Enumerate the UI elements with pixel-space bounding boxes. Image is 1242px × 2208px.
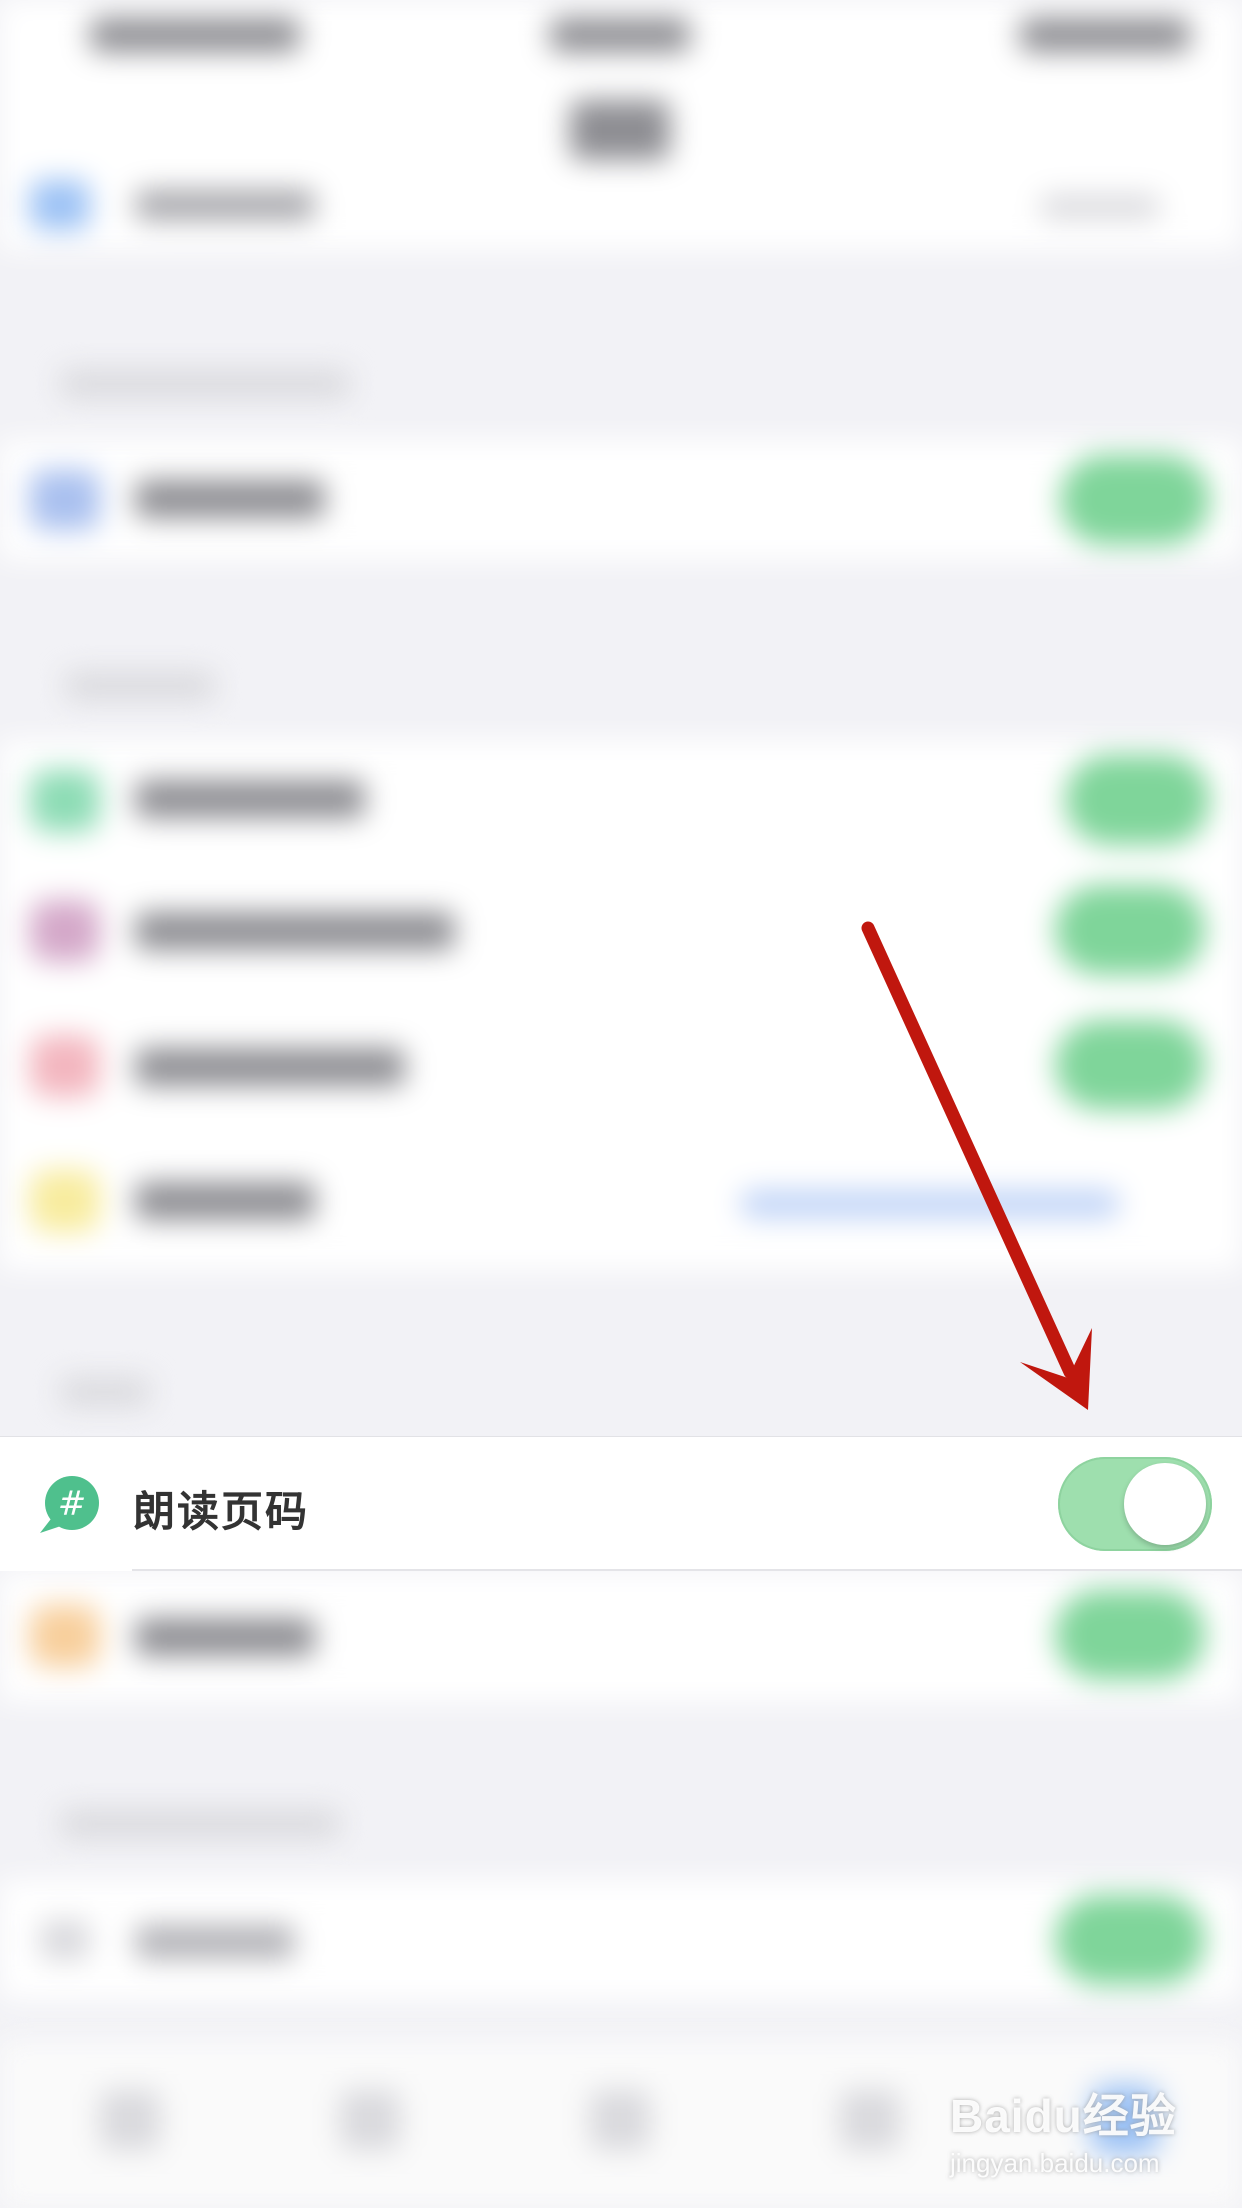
tab-2-icon[interactable] [340,2090,400,2150]
row-4-label [135,1048,405,1086]
tab-3-icon[interactable] [590,2090,650,2150]
status-bar-right [1020,18,1190,52]
row-3-label [135,912,455,950]
row-5-icon [30,1170,100,1232]
row-2-icon [30,770,100,832]
row-1-label [135,480,325,518]
setting-label: 朗读页码 [133,1488,310,1535]
section-header-2 [65,672,215,700]
row-2-toggle[interactable] [1065,755,1210,845]
row-1-toggle[interactable] [1060,455,1210,545]
row-7-toggle[interactable] [1055,1590,1205,1680]
nav-action[interactable] [1040,195,1160,219]
row-3-icon [30,900,100,962]
row-8-label [135,1925,295,1959]
row-7-label [135,1618,315,1656]
section-header-4 [60,1810,340,1838]
row-7-icon [30,1605,100,1667]
blurred-background [0,0,1242,2208]
row-5-label [135,1182,315,1220]
row-1-icon [30,470,100,530]
tab-1-icon[interactable] [100,2090,160,2150]
row-2-label [135,780,365,818]
row-8-icon [40,1920,90,1960]
row-3-toggle[interactable] [1055,885,1205,975]
row-8-toggle[interactable] [1055,1895,1205,1985]
baidu-watermark: Baidu经验 jingyan.baidu.com [950,2080,1177,2179]
section-header-1 [60,370,350,398]
watermark-brand: Baidu经验 [950,2090,1177,2142]
watermark-url: jingyan.baidu.com [950,2148,1160,2178]
row-4-toggle[interactable] [1055,1020,1205,1110]
status-bar-time [550,18,690,52]
nav-subtitle [135,190,315,220]
section-header-3 [60,1378,150,1406]
svg-text:#: # [58,1484,87,1524]
row-divider [132,1569,1242,1571]
tab-4-icon[interactable] [840,2090,900,2150]
row-4-icon [30,1035,100,1097]
back-icon[interactable] [30,180,90,230]
status-bar-left [90,18,300,52]
hash-speech-bubble-icon: # [34,1475,100,1535]
nav-title[interactable] [570,100,670,160]
toggle-knob [1124,1463,1206,1545]
read-page-number-toggle[interactable] [1058,1457,1212,1551]
row-5-value[interactable] [740,1190,1120,1218]
